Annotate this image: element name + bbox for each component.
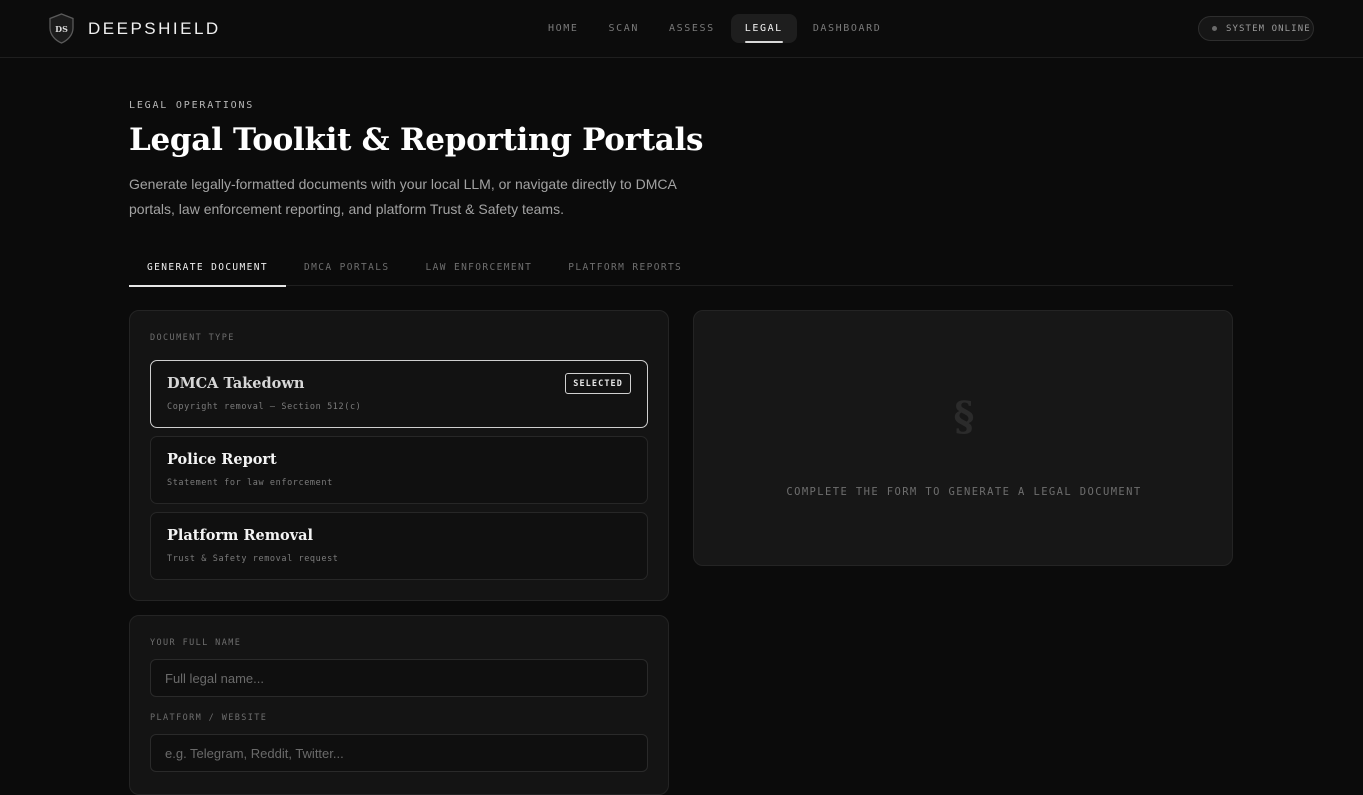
brand-name: DEEPSHIELD [88,18,221,38]
nav-home[interactable]: HOME [534,14,592,43]
status-dot-icon [1212,26,1217,31]
page-subtitle: Generate legally-formatted documents wit… [129,176,677,217]
option-dmca-takedown[interactable]: DMCA Takedown Copyright removal — Sectio… [150,360,648,428]
option-title: Platform Removal [167,527,314,544]
option-description: Statement for law enforcement [167,478,333,488]
full-name-label: YOUR FULL NAME [150,638,242,648]
system-status-label: SYSTEM ONLINE [1226,23,1311,34]
document-type-label: DOCUMENT TYPE [150,333,235,343]
nav-legal[interactable]: LEGAL [730,14,797,43]
full-name-input[interactable] [150,659,648,697]
document-type-card: DOCUMENT TYPE DMCA Takedown Copyright re… [129,310,669,601]
tab-platform-reports[interactable]: PLATFORM REPORTS [550,254,700,286]
system-status-badge: SYSTEM ONLINE [1198,16,1314,41]
platform-label: PLATFORM / WEBSITE [150,713,268,723]
section-eyebrow: LEGAL OPERATIONS [129,100,255,111]
option-description: Copyright removal — Section 512(c) [167,402,362,412]
document-preview-panel: § COMPLETE THE FORM TO GENERATE A LEGAL … [693,310,1233,566]
selected-badge: SELECTED [565,373,631,394]
section-sign-icon: § [953,393,975,440]
nav-scan[interactable]: SCAN [594,14,652,43]
preview-empty-message: COMPLETE THE FORM TO GENERATE A LEGAL DO… [786,486,1142,498]
brand[interactable]: DS DEEPSHIELD [48,13,221,44]
tab-dmca-portals[interactable]: DMCA PORTALS [286,254,407,286]
option-police-report[interactable]: Police Report Statement for law enforcem… [150,436,648,504]
option-title: DMCA Takedown [167,375,305,392]
logo-text: DS [55,24,68,34]
option-title: Police Report [167,451,277,468]
platform-input[interactable] [150,734,648,772]
main-nav: HOME SCAN ASSESS LEGAL DASHBOARD [534,14,895,43]
tab-law-enforcement[interactable]: LAW ENFORCEMENT [407,254,550,286]
option-description: Trust & Safety removal request [167,554,339,564]
nav-dashboard[interactable]: DASHBOARD [799,14,896,43]
details-form-card: YOUR FULL NAME PLATFORM / WEBSITE [129,615,669,795]
top-navigation-bar: DS DEEPSHIELD HOME SCAN ASSESS LEGAL DAS… [0,0,1363,58]
page-title: Legal Toolkit & Reporting Portals [129,122,704,158]
nav-assess[interactable]: ASSESS [655,14,729,43]
shield-logo-icon: DS [49,13,74,44]
tab-bar: GENERATE DOCUMENT DMCA PORTALS LAW ENFOR… [129,254,1233,287]
tab-generate-document[interactable]: GENERATE DOCUMENT [129,254,287,287]
option-platform-removal[interactable]: Platform Removal Trust & Safety removal … [150,512,648,580]
